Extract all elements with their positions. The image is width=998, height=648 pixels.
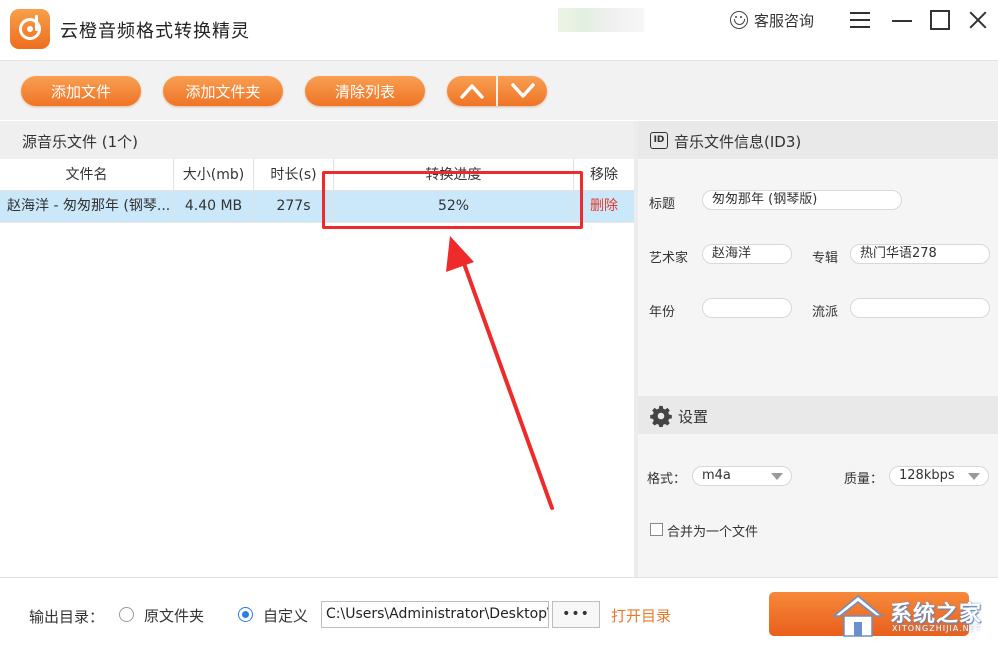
add-folder-button[interactable]: 添加文件夹 <box>163 76 283 106</box>
chevron-down-icon <box>771 473 783 480</box>
move-down-button[interactable] <box>498 76 547 106</box>
column-header-name[interactable]: 文件名 <box>0 159 174 191</box>
menu-icon[interactable] <box>848 8 872 32</box>
custom-folder-label[interactable]: 自定义 <box>263 605 308 626</box>
title-field[interactable]: 匆匆那年 (钢琴版) <box>702 190 902 210</box>
chevron-down-icon <box>511 83 535 98</box>
add-file-button[interactable]: 添加文件 <box>21 76 141 106</box>
quality-value: 128kbps <box>899 468 955 483</box>
original-folder-radio[interactable] <box>119 607 134 622</box>
id3-header: ID 音乐文件信息(ID3) <box>638 121 998 159</box>
file-size-cell: 4.40 MB <box>174 191 254 222</box>
file-name-cell: 赵海洋 - 匆匆那年 (钢琴... <box>0 191 174 222</box>
settings-header: 设置 <box>638 396 998 434</box>
browse-button[interactable]: ••• <box>552 601 600 628</box>
blurred-region <box>558 8 644 32</box>
file-list-header: 源音乐文件 (1个) <box>0 121 634 159</box>
album-field[interactable]: 热门华语278 <box>850 244 990 264</box>
album-label: 专辑 <box>812 251 839 266</box>
title-label: 标题 <box>649 197 676 212</box>
watermark: 系统之家 XITONGZHIJIA.NET <box>822 582 998 648</box>
maximize-icon[interactable] <box>928 8 952 32</box>
chevron-up-icon <box>460 84 484 99</box>
quality-select[interactable]: 128kbps <box>889 466 989 486</box>
year-field[interactable] <box>702 298 792 318</box>
artist-field[interactable]: 赵海洋 <box>702 244 792 264</box>
watermark-subtext: XITONGZHIJIA.NET <box>892 624 982 633</box>
artist-label: 艺术家 <box>649 251 689 266</box>
file-list-title: 源音乐文件 (1个) <box>22 133 139 151</box>
id-icon: ID <box>650 132 668 149</box>
move-buttons <box>447 76 547 106</box>
title-bar: 云橙音频格式转换精灵 客服咨询 <box>0 0 998 60</box>
smile-icon <box>730 11 748 29</box>
format-select[interactable]: m4a <box>692 466 792 486</box>
open-directory-link[interactable]: 打开目录 <box>611 605 671 626</box>
app-title: 云橙音频格式转换精灵 <box>60 21 250 42</box>
right-panel: ID 音乐文件信息(ID3) 标题 匆匆那年 (钢琴版) 艺术家 赵海洋 专辑 … <box>638 121 998 577</box>
output-path-input[interactable]: C:\Users\Administrator\Desktop\ <box>321 601 549 628</box>
genre-field[interactable] <box>850 298 990 318</box>
minimize-icon[interactable] <box>890 8 914 32</box>
column-header-size[interactable]: 大小(mb) <box>174 159 254 191</box>
customer-service-label: 客服咨询 <box>754 11 815 30</box>
custom-folder-radio[interactable] <box>238 607 253 622</box>
chevron-down-icon <box>968 473 980 480</box>
output-dir-label: 输出目录： <box>29 608 105 626</box>
move-up-button[interactable] <box>447 76 496 106</box>
close-icon[interactable] <box>966 8 990 32</box>
original-folder-label[interactable]: 原文件夹 <box>144 605 204 626</box>
column-header-remove[interactable]: 移除 <box>574 159 634 191</box>
settings-title: 设置 <box>678 408 709 426</box>
customer-service-button[interactable]: 客服咨询 <box>730 9 814 31</box>
id3-title: 音乐文件信息(ID3) <box>674 133 802 151</box>
clear-list-button[interactable]: 清除列表 <box>305 76 425 106</box>
remove-link[interactable]: 删除 <box>574 191 634 222</box>
app-logo-icon <box>10 9 50 49</box>
format-label: 格式： <box>647 472 687 487</box>
genre-label: 流派 <box>812 305 839 320</box>
watermark-house-icon <box>831 595 885 637</box>
gear-icon <box>650 405 672 427</box>
merge-checkbox[interactable] <box>650 523 663 536</box>
annotation-highlight-box <box>322 171 583 229</box>
toolbar: 添加文件 添加文件夹 清除列表 <box>0 60 998 120</box>
year-label: 年份 <box>649 305 676 320</box>
quality-label: 质量： <box>844 472 884 487</box>
merge-label: 合并为一个文件 <box>667 525 759 540</box>
format-value: m4a <box>702 468 731 483</box>
